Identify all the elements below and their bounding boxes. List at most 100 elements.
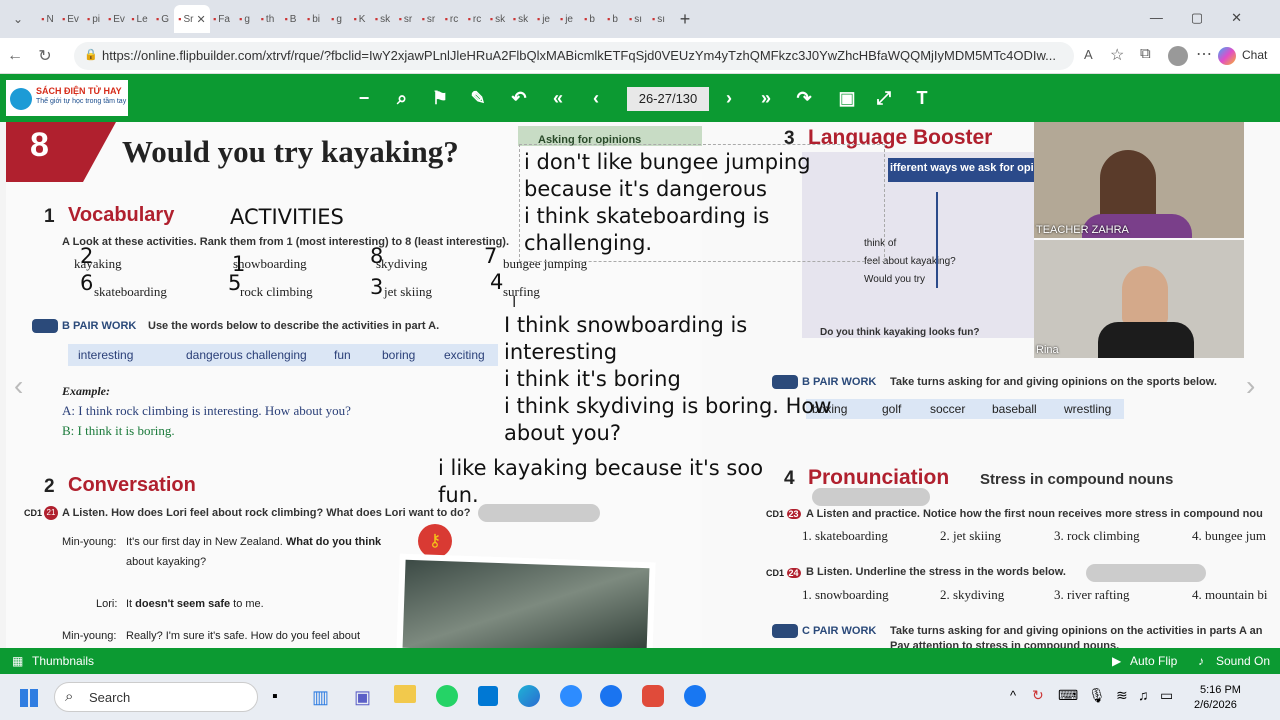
logo-mark [10,88,32,110]
browser-tab[interactable]: ▪ je [555,5,578,33]
sound-button[interactable]: Sound On [1216,654,1270,668]
listen-a-right: A Listen and practice. Notice how the fi… [806,508,1263,520]
browser-tab[interactable]: ▪ sr [394,5,417,33]
browser-tab[interactable]: ▪ b [601,5,624,33]
video-tile-teacher[interactable]: TEACHER ZAHRA [1034,122,1244,238]
text-icon[interactable]: T [910,88,934,108]
favorite-star-icon[interactable]: ☆ [1110,45,1124,65]
browser-tab[interactable]: ▪ rc [440,5,463,33]
thumbnails-button[interactable]: Thumbnails [32,654,94,668]
clock-time[interactable]: 5:16 PM [1200,684,1241,696]
thumbnails-icon[interactable]: ▦ [12,654,23,668]
browser-tab[interactable]: ▪ bi [302,5,325,33]
print-icon[interactable]: ▣ [835,88,859,108]
copilot-icon[interactable] [1218,47,1236,65]
new-tab-button[interactable]: + [670,5,700,33]
autoflip-button[interactable]: Auto Flip [1130,654,1177,668]
volume-icon[interactable]: ♫ [1138,687,1149,703]
prev-arrow-icon[interactable]: ‹ [14,370,23,402]
key-hint-icon[interactable]: ⚷ [418,524,452,558]
describe-word: interesting [78,348,134,362]
fullscreen-icon[interactable]: ⤢ [872,88,896,108]
file-explorer-icon[interactable] [394,685,416,703]
back-icon[interactable]: ← [0,47,30,65]
whatsapp-icon[interactable] [436,685,458,707]
search-icon[interactable]: ⌕ [390,88,414,108]
wps-icon[interactable] [642,685,664,707]
teams-icon[interactable]: ▣ [354,687,371,708]
browser-tab[interactable]: ▪ Sr ✕ [174,5,210,33]
browser-tab[interactable]: ▪ sk [509,5,532,33]
bookmark-icon[interactable]: ⚑ [428,88,452,108]
tray-refresh-icon[interactable]: ↻ [1032,687,1044,704]
widgets-icon[interactable]: ▥ [312,687,329,708]
store-icon[interactable] [478,686,498,706]
first-page-icon[interactable]: « [546,88,570,108]
tab-label: Sr [183,13,194,25]
cd-track-badge: 21 [44,506,58,520]
reload-icon[interactable]: ↻ [30,46,60,66]
audio-player-listen-b[interactable] [1086,564,1206,582]
annotation-textbox[interactable]: i don't like bungee jumping because it's … [519,144,885,262]
profile-avatar[interactable] [1168,46,1188,66]
browser-tab[interactable]: ▪ g [325,5,348,33]
autoflip-icon[interactable]: ▶ [1112,654,1121,668]
browser-tab[interactable]: ▪ sk [371,5,394,33]
tray-chevron-icon[interactable]: ^ [1010,688,1016,703]
browser-tab[interactable]: ▪ Le [128,5,151,33]
browser-tab[interactable]: ▪ Fa [210,5,233,33]
browser-tab[interactable]: ▪ G [151,5,174,33]
edit-icon[interactable]: ✎ [466,88,490,108]
browser-tab[interactable]: ▪ Ev [105,5,128,33]
browser-tab[interactable]: ▪ N [36,5,59,33]
next-arrow-icon[interactable]: › [1246,370,1255,402]
dialog-text: It's our first day in New Zealand. [126,536,286,548]
browser-tab[interactable]: ▪ g [233,5,256,33]
facebook-icon[interactable] [684,685,706,707]
share-icon[interactable]: ↶ [507,88,531,108]
zoom-out-icon[interactable]: − [352,88,376,108]
tab-close-icon[interactable]: ✕ [196,13,205,26]
browser-tab[interactable]: ▪ rc [463,5,486,33]
note-line: i think it's boring [504,367,681,391]
browser-tab[interactable]: ▪ sı [647,5,670,33]
sound-icon[interactable]: ♪ [1198,654,1204,668]
browser-tab[interactable]: ▪ sk [486,5,509,33]
video-tile-student[interactable]: Rina [1034,240,1244,358]
section2-title: Conversation [68,474,196,496]
prev-page-icon[interactable]: ‹ [584,88,608,108]
more-menu-icon[interactable]: ⋯ [1196,44,1212,64]
start-icon[interactable] [20,689,38,707]
page-indicator[interactable]: 26-27/130 [627,87,709,111]
last-page-icon[interactable]: » [754,88,778,108]
zoom-icon[interactable] [560,685,582,707]
browser-tab[interactable]: ▪ je [532,5,555,33]
browser-tab[interactable]: ▪ sr [417,5,440,33]
collections-icon[interactable]: ⧉ [1140,45,1151,62]
taskbar-search[interactable]: ⌕ Search [54,682,258,712]
task-view-icon[interactable]: ▪ [272,688,278,706]
clock-date[interactable]: 2/6/2026 [1194,699,1237,711]
browser-tab[interactable]: ▪ B [279,5,302,33]
audio-player-pronunciation[interactable] [812,488,930,506]
browser-tab[interactable]: ▪ K [348,5,371,33]
tab-list-icon[interactable]: ⌄ [0,5,36,33]
browser-tab[interactable]: ▪ th [256,5,279,33]
url-field[interactable]: https://online.flipbuilder.com/xtrvf/rqu… [74,42,1074,70]
read-aloud-icon[interactable]: A [1084,47,1093,62]
browser-tab[interactable]: ▪ Ev [59,5,82,33]
edge-icon[interactable] [518,685,540,707]
chat-button[interactable]: Chat [1242,48,1267,62]
browser-tab[interactable]: ▪ pi [82,5,105,33]
battery-icon[interactable]: ▭ [1160,687,1173,704]
keyboard-icon[interactable]: ⌨ [1058,687,1078,704]
next-page-icon[interactable]: › [717,88,741,108]
tab-label: Le [136,13,148,25]
browser-tab[interactable]: ▪ b [578,5,601,33]
forward-icon[interactable]: ↷ [792,88,816,108]
wifi-icon[interactable]: ≋ [1116,687,1128,704]
messenger-icon[interactable] [600,685,622,707]
browser-tab[interactable]: ▪ sı [624,5,647,33]
microphone-icon[interactable]: 🎙 [1088,687,1106,704]
tab-label: b [612,13,618,25]
